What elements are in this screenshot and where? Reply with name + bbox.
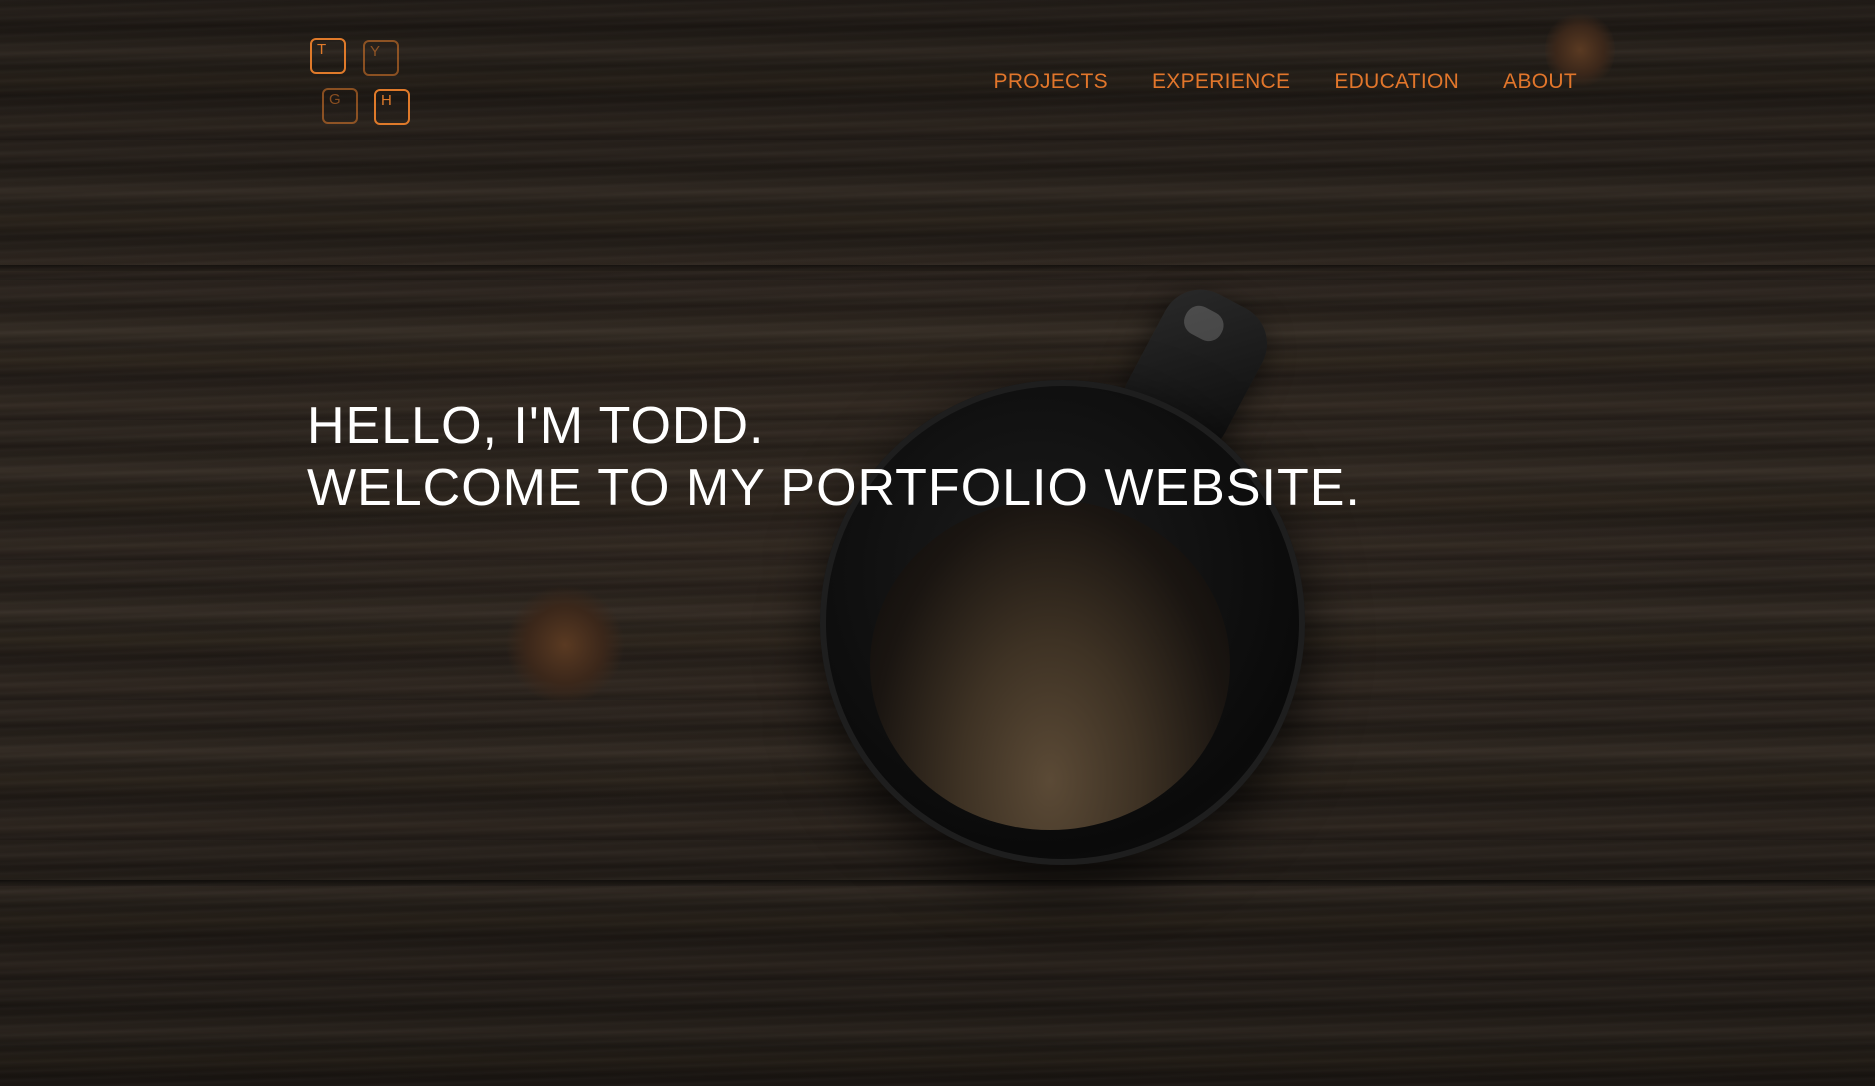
logo-key-t: T — [310, 38, 346, 74]
hero-section: T Y G H PROJECTS EXPERIENCE EDUCATION AB… — [0, 0, 1875, 1086]
wood-seam — [0, 265, 1875, 271]
main-nav: PROJECTS EXPERIENCE EDUCATION ABOUT — [994, 70, 1577, 94]
nav-education[interactable]: EDUCATION — [1334, 70, 1459, 94]
nav-projects[interactable]: PROJECTS — [994, 70, 1108, 94]
nav-experience[interactable]: EXPERIENCE — [1152, 70, 1290, 94]
wood-knot — [505, 585, 625, 705]
hero-greeting: HELLO, I'M TODD. — [307, 397, 765, 455]
logo-key-g: G — [322, 88, 358, 124]
hero-welcome: WELCOME TO MY PORTFOLIO WEBSITE. — [307, 459, 1361, 517]
logo[interactable]: T Y G H — [308, 38, 418, 130]
hero-headline: HELLO, I'M TODD. WELCOME TO MY PORTFOLIO… — [307, 395, 1361, 519]
coffee — [870, 500, 1230, 830]
wood-seam — [0, 880, 1875, 886]
logo-key-y: Y — [363, 40, 399, 76]
site-header: T Y G H PROJECTS EXPERIENCE EDUCATION AB… — [0, 0, 1875, 160]
logo-key-h: H — [374, 89, 410, 125]
nav-about[interactable]: ABOUT — [1503, 70, 1577, 94]
